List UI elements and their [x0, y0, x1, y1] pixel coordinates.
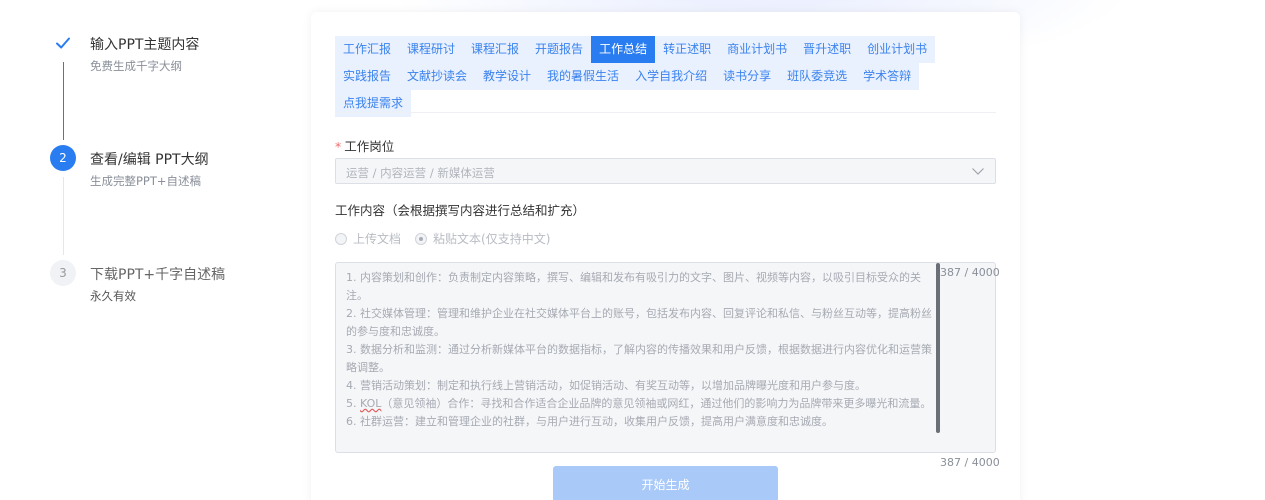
- tab-item[interactable]: 课程汇报: [463, 36, 528, 63]
- tab-item[interactable]: 工作汇报: [335, 36, 400, 63]
- step-2-title: 查看/编辑 PPT大纲: [90, 152, 209, 168]
- position-label: 工作岗位: [344, 139, 395, 154]
- step-2-connector: [63, 177, 64, 255]
- required-mark: *: [335, 139, 342, 154]
- tab-item[interactable]: 转正述职: [655, 36, 720, 63]
- content-line: 3. 数据分析和监测：通过分析新媒体平台的数据指标，了解内容的传播效果和用户反馈…: [346, 343, 932, 374]
- line-rest: （意见领袖）合作：寻找和合作适合企业品牌的意见领袖或网红，通过他们的影响力为品牌…: [381, 397, 932, 410]
- tab-item[interactable]: 入学自我介绍: [627, 63, 716, 90]
- tab-item[interactable]: 学术答辩: [855, 63, 920, 90]
- tab-item[interactable]: 开题报告: [527, 36, 592, 63]
- step-3: 3 下载PPT+千字自述稿 永久有效: [50, 260, 290, 375]
- content-line: 1. 内容策划和创作：负责制定内容策略，撰写、编辑和发布有吸引力的文字、图片、视…: [346, 271, 921, 302]
- check-icon: [56, 37, 70, 49]
- step-1-connector: [63, 62, 64, 140]
- step-1: 输入PPT主题内容 免费生成千字大纲: [50, 30, 290, 145]
- template-tabs: 工作汇报 课程研讨 课程汇报 开题报告 工作总结 转正述职 商业计划书 晋升述职 创业计划书实践…: [335, 36, 995, 117]
- step-2: 2 查看/编辑 PPT大纲 生成完整PPT+自述稿: [50, 145, 290, 260]
- radio-upload[interactable]: 上传文档: [335, 230, 401, 247]
- content-line: 4. 营销活动策划：制定和执行线上营销活动，如促销活动、有奖互动等，以增加品牌曝…: [346, 379, 866, 392]
- step-1-title: 输入PPT主题内容: [90, 37, 200, 53]
- char-count-bottom: 387 / 4000: [940, 456, 1000, 469]
- textarea-scrollbar[interactable]: [936, 263, 940, 433]
- content-line: 6. 社群运营：建立和管理企业的社群，与用户进行互动，收集用户反馈，提高用户满意…: [346, 415, 833, 428]
- tab-item[interactable]: 创业计划书: [859, 36, 936, 63]
- textarea-content: 1. 内容策划和创作：负责制定内容策略，撰写、编辑和发布有吸引力的文字、图片、视…: [346, 269, 934, 431]
- content-line: 2. 社交媒体管理：管理和维护企业在社交媒体平台上的账号，包括发布内容、回复评论…: [346, 307, 932, 338]
- divider: [335, 112, 996, 113]
- step-1-marker: [50, 30, 76, 56]
- step-2-subtitle: 生成完整PPT+自述稿: [90, 174, 202, 188]
- progress-stepper: 输入PPT主题内容 免费生成千字大纲 2 查看/编辑 PPT大纲 生成完整PPT…: [50, 30, 290, 375]
- tab-item[interactable]: 商业计划书: [719, 36, 796, 63]
- content-label: 工作内容（会根据撰写内容进行总结和扩充）: [335, 203, 586, 218]
- content-line: 5. KOL（意见领袖）合作：寻找和合作适合企业品牌的意见领袖或网红，通过他们的…: [346, 395, 934, 413]
- position-select-placeholder: 运营 / 内容运营 / 新媒体运营: [346, 166, 495, 180]
- step-2-marker: 2: [50, 145, 76, 171]
- tab-item[interactable]: 工作总结: [591, 36, 656, 63]
- tab-item[interactable]: 实践报告: [335, 63, 400, 90]
- tab-item[interactable]: 班队委竞选: [779, 63, 856, 90]
- generate-button[interactable]: 开始生成: [553, 466, 778, 500]
- char-count-top: 387 / 4000: [940, 266, 1000, 279]
- position-select[interactable]: 运营 / 内容运营 / 新媒体运营: [335, 158, 996, 184]
- radio-paste-dot[interactable]: [415, 232, 428, 245]
- tab-item[interactable]: 我的暑假生活: [539, 63, 628, 90]
- radio-upload-label: 上传文档: [353, 232, 402, 246]
- radio-paste[interactable]: 粘贴文本(仅支持中文): [415, 230, 550, 247]
- main-card: 工作汇报 课程研讨 课程汇报 开题报告 工作总结 转正述职 商业计划书 晋升述职 创业计划书实践…: [311, 12, 1020, 500]
- input-mode-radios: 上传文档 粘贴文本(仅支持中文): [335, 230, 564, 247]
- chevron-down-icon: [972, 168, 984, 175]
- step-1-subtitle: 免费生成千字大纲: [90, 59, 182, 73]
- tab-item[interactable]: 晋升述职: [795, 36, 860, 63]
- tab-item[interactable]: 教学设计: [475, 63, 540, 90]
- step-3-subtitle: 永久有效: [90, 289, 136, 303]
- spellcheck-word: KOL: [360, 397, 382, 410]
- radio-paste-label: 粘贴文本(仅支持中文): [433, 232, 551, 246]
- work-content-textarea[interactable]: 1. 内容策划和创作：负责制定内容策略，撰写、编辑和发布有吸引力的文字、图片、视…: [335, 262, 996, 453]
- tab-item[interactable]: 课程研讨: [399, 36, 464, 63]
- step-3-title: 下载PPT+千字自述稿: [90, 267, 226, 283]
- tab-item[interactable]: 文献抄读会: [399, 63, 476, 90]
- step-3-marker: 3: [50, 260, 76, 286]
- tab-item[interactable]: 读书分享: [715, 63, 780, 90]
- radio-upload-dot[interactable]: [335, 232, 347, 245]
- line-prefix: 5.: [346, 397, 360, 410]
- position-label-row: * 工作岗位: [335, 136, 394, 155]
